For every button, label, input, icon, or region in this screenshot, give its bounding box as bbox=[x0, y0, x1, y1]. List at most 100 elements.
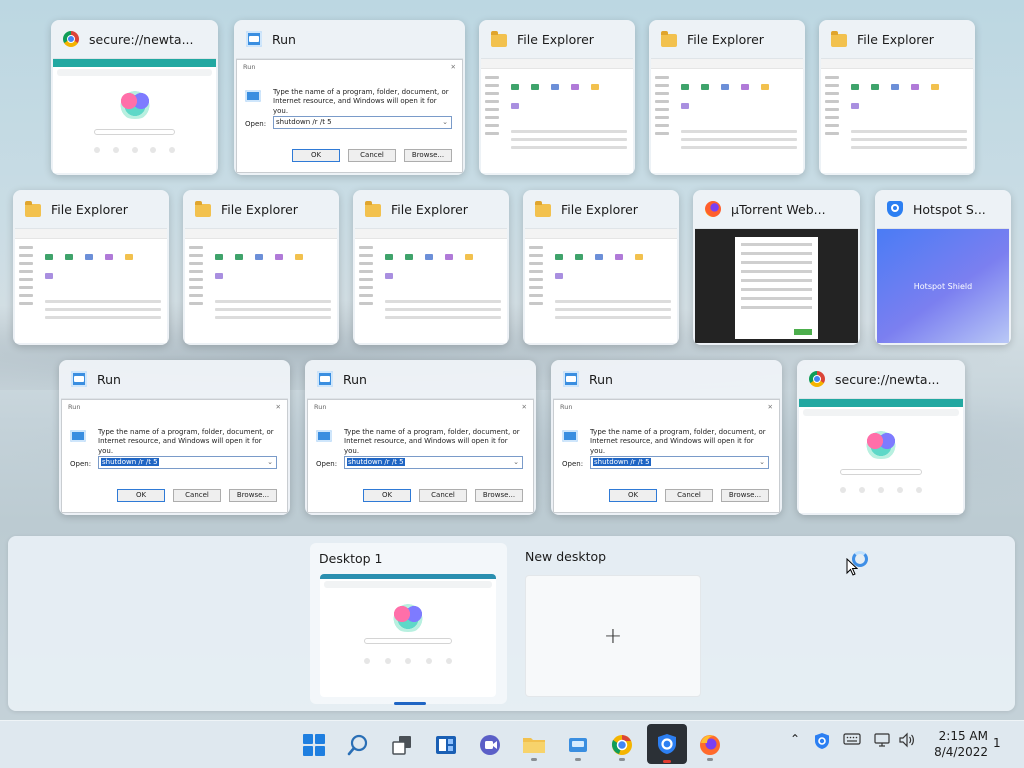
network-tray[interactable] bbox=[873, 732, 891, 751]
clock-date: 8/4/2022 bbox=[934, 745, 988, 759]
window-thumbnail: Run ✕ Type the name of a program, folder,… bbox=[553, 398, 780, 513]
browse-button: Browse... bbox=[721, 489, 769, 502]
window-card-browser[interactable]: secure://newta... bbox=[797, 360, 965, 515]
window-card-hotspot[interactable]: Hotspot S... Hotspot Shield bbox=[875, 190, 1011, 345]
run-taskbar-button[interactable] bbox=[561, 728, 595, 762]
volume-icon bbox=[899, 732, 914, 748]
hotspot-shield-icon bbox=[658, 734, 676, 754]
window-thumbnail bbox=[695, 228, 858, 343]
window-title: File Explorer bbox=[561, 201, 638, 217]
window-thumbnail bbox=[651, 58, 803, 173]
new-desktop-button[interactable]: + bbox=[525, 575, 701, 697]
window-title: µTorrent Web... bbox=[731, 201, 826, 217]
show-hidden-icons-button[interactable]: ⌃ bbox=[790, 732, 800, 746]
window-title: File Explorer bbox=[517, 31, 594, 47]
window-thumbnail bbox=[799, 398, 963, 513]
run-icon bbox=[316, 430, 332, 442]
folder-icon bbox=[365, 200, 381, 217]
running-indicator bbox=[531, 758, 537, 761]
run-icon bbox=[71, 371, 87, 387]
ok-button: OK bbox=[363, 489, 411, 502]
window-title: Hotspot S... bbox=[913, 201, 986, 217]
browse-button: Browse... bbox=[475, 489, 523, 502]
keyboard-icon bbox=[843, 733, 861, 745]
folder-icon bbox=[491, 30, 507, 47]
running-indicator bbox=[707, 758, 713, 761]
window-card-explorer[interactable]: File Explorer bbox=[819, 20, 975, 175]
window-title: File Explorer bbox=[857, 31, 934, 47]
task-view-button[interactable] bbox=[385, 728, 419, 762]
window-card-run[interactable]: Run Run ✕ Type the name of a program, fol… bbox=[551, 360, 782, 515]
running-indicator bbox=[663, 760, 671, 763]
window-thumbnail: Run ✕ Type the name of a program, folder,… bbox=[236, 58, 463, 173]
firefox-icon bbox=[700, 735, 720, 755]
chat-button[interactable] bbox=[473, 728, 507, 762]
close-icon: ✕ bbox=[521, 403, 527, 411]
window-card-utorrent[interactable]: µTorrent Web... bbox=[693, 190, 860, 345]
run-dialog-title: Run bbox=[314, 403, 327, 411]
window-title: File Explorer bbox=[221, 201, 298, 217]
window-card-explorer[interactable]: File Explorer bbox=[479, 20, 635, 175]
chat-icon bbox=[480, 735, 500, 755]
search-icon bbox=[347, 734, 368, 756]
desktop-1-thumbnail[interactable] bbox=[320, 574, 496, 697]
start-button[interactable] bbox=[297, 728, 331, 762]
window-title: Run bbox=[97, 371, 121, 387]
chevron-up-icon: ⌃ bbox=[790, 732, 801, 746]
run-dialog-title: Run bbox=[243, 63, 256, 71]
volume-tray[interactable] bbox=[898, 732, 916, 751]
hotspot-shield-tray[interactable] bbox=[814, 732, 830, 753]
run-dialog-title: Run bbox=[560, 403, 573, 411]
window-title: secure://newta... bbox=[89, 31, 194, 47]
chrome-taskbar-button[interactable] bbox=[605, 728, 639, 762]
run-description: Type the name of a program, folder, docu… bbox=[273, 88, 449, 115]
cancel-button: Cancel bbox=[173, 489, 221, 502]
window-thumbnail bbox=[15, 228, 167, 343]
open-label: Open: bbox=[562, 460, 584, 468]
chrome-icon bbox=[63, 31, 79, 47]
run-description: Type the name of a program, folder, docu… bbox=[590, 428, 766, 455]
firefox-taskbar-button[interactable] bbox=[693, 728, 727, 762]
running-indicator bbox=[619, 758, 625, 761]
window-card-browser[interactable]: secure://newta... bbox=[51, 20, 218, 175]
search-button[interactable] bbox=[341, 728, 375, 762]
widgets-button[interactable] bbox=[429, 728, 463, 762]
run-icon bbox=[317, 371, 333, 387]
ok-button: OK bbox=[292, 149, 340, 162]
window-thumbnail: Hotspot Shield bbox=[877, 228, 1009, 343]
browse-button: Browse... bbox=[404, 149, 452, 162]
new-desktop-label: New desktop bbox=[525, 549, 607, 564]
folder-icon bbox=[831, 30, 847, 47]
keyboard-tray[interactable] bbox=[843, 732, 861, 749]
close-icon: ✕ bbox=[767, 403, 773, 411]
firefox-icon bbox=[705, 201, 721, 217]
window-title: Run bbox=[343, 371, 367, 387]
widgets-icon bbox=[436, 736, 456, 754]
window-card-explorer[interactable]: File Explorer bbox=[353, 190, 509, 345]
cancel-button: Cancel bbox=[419, 489, 467, 502]
add-icon: + bbox=[603, 623, 623, 649]
window-card-run[interactable]: Run Run ✕ Type the name of a program, fol… bbox=[305, 360, 536, 515]
run-description: Type the name of a program, folder, docu… bbox=[98, 428, 274, 455]
file-explorer-icon bbox=[523, 738, 545, 753]
window-title: File Explorer bbox=[51, 201, 128, 217]
window-card-explorer[interactable]: File Explorer bbox=[649, 20, 805, 175]
window-card-run[interactable]: Run Run ✕ Type the name of a program, fol… bbox=[234, 20, 465, 175]
file-explorer-taskbar-button[interactable] bbox=[517, 728, 551, 762]
window-title: secure://newta... bbox=[835, 371, 940, 387]
window-title: Run bbox=[589, 371, 613, 387]
clock[interactable]: 2:15 AM 8/4/2022 bbox=[922, 728, 988, 760]
window-thumbnail bbox=[481, 58, 633, 173]
notification-badge[interactable]: 1 bbox=[993, 736, 1001, 750]
folder-icon bbox=[25, 200, 41, 217]
window-title: File Explorer bbox=[687, 31, 764, 47]
window-card-explorer[interactable]: File Explorer bbox=[183, 190, 339, 345]
hotspot-shield-taskbar-button[interactable] bbox=[647, 724, 687, 764]
window-card-explorer[interactable]: File Explorer bbox=[523, 190, 679, 345]
ok-button: OK bbox=[117, 489, 165, 502]
window-card-explorer[interactable]: File Explorer bbox=[13, 190, 169, 345]
window-title: Run bbox=[272, 31, 296, 47]
window-card-run[interactable]: Run Run ✕ Type the name of a program, fol… bbox=[59, 360, 290, 515]
run-icon bbox=[562, 430, 578, 442]
run-icon bbox=[246, 31, 262, 47]
